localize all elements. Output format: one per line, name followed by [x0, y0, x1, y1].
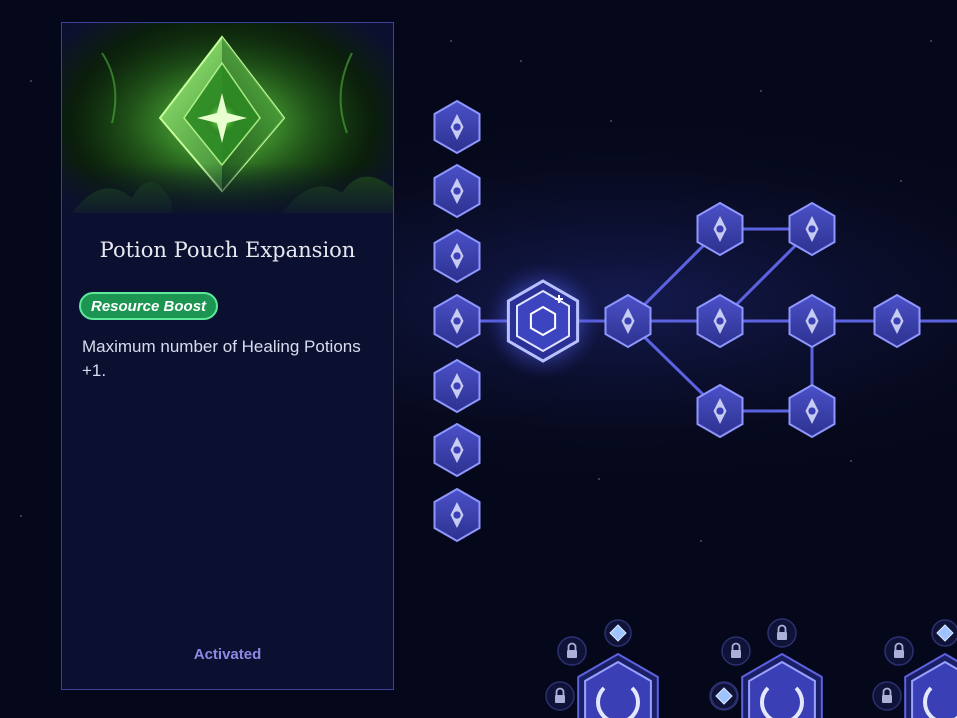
ring-portal-icon[interactable] — [696, 201, 744, 257]
wing-claw-icon[interactable] — [433, 293, 481, 349]
mountain-peak-icon[interactable] — [604, 293, 652, 349]
lock-icon — [545, 681, 575, 711]
diamond-icon — [710, 682, 738, 710]
crescent-moon-icon[interactable] — [577, 652, 659, 718]
swirl-slash-icon[interactable] — [433, 487, 481, 543]
swap-arrows-icon — [604, 619, 632, 647]
info-diamond-icon — [931, 619, 957, 647]
crescent-slash-icon[interactable] — [433, 358, 481, 414]
lock-icon — [884, 636, 914, 666]
cube-plus-icon[interactable] — [485, 263, 601, 379]
sprint-runner-icon[interactable] — [433, 422, 481, 478]
vortex-icon[interactable] — [788, 201, 836, 257]
dash-runner-icon[interactable] — [433, 228, 481, 284]
winged-figure-icon[interactable] — [696, 383, 744, 439]
starburst-icon[interactable] — [788, 293, 836, 349]
lock-icon — [721, 636, 751, 666]
vortex-eye-icon[interactable] — [904, 652, 957, 718]
skill-tree — [433, 99, 957, 718]
armor-icon[interactable] — [433, 163, 481, 219]
tower-icon[interactable] — [741, 652, 823, 718]
dragon-head-icon[interactable] — [873, 293, 921, 349]
lock-icon — [767, 618, 797, 648]
warrior-statue-icon[interactable] — [696, 293, 744, 349]
lock-icon — [557, 636, 587, 666]
fountain-icon[interactable] — [788, 383, 836, 439]
lock-icon — [872, 681, 902, 711]
chalice-icon[interactable] — [433, 99, 481, 155]
